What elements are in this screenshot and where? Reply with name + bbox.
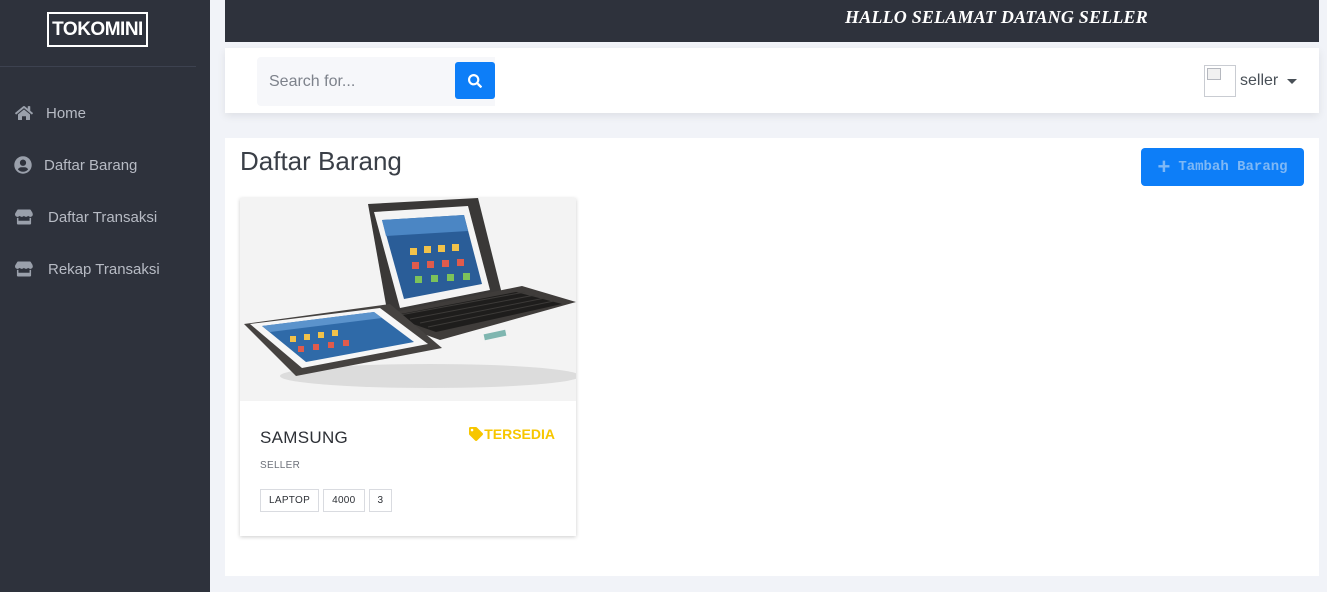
product-name: SAMSUNG: [260, 428, 349, 447]
status-label: TERSEDIA: [484, 426, 555, 442]
store-icon: [15, 260, 33, 278]
sidebar: TOKOMINI Home Daftar Barang Daftar Trans…: [0, 0, 210, 592]
chevron-down-icon: [1287, 78, 1298, 84]
store-icon: [15, 208, 33, 226]
page-title: Daftar Barang: [240, 146, 402, 176]
tag-icon: [469, 427, 484, 441]
avatar: [1204, 65, 1236, 97]
product-seller: SELLER: [260, 460, 301, 471]
product-image: [240, 198, 576, 401]
sidebar-item-daftar-transaksi[interactable]: Daftar Transaksi: [0, 197, 210, 237]
sidebar-item-daftar-barang[interactable]: Daftar Barang: [0, 145, 210, 185]
home-icon: [15, 104, 33, 122]
user-name: seller: [1240, 72, 1279, 89]
price-tag: 4000: [323, 489, 365, 512]
brand-logo[interactable]: TOKOMINI: [47, 12, 148, 47]
status-badge: TERSEDIA: [469, 426, 555, 442]
product-card[interactable]: SAMSUNG TERSEDIA SELLER LAPTOP 4000 3: [240, 198, 576, 536]
top-navbar: seller: [225, 48, 1319, 113]
plus-icon: +: [1157, 154, 1171, 179]
sidebar-divider: [0, 66, 196, 67]
stock-tag: 3: [368, 489, 393, 512]
sidebar-item-home[interactable]: Home: [0, 93, 210, 133]
user-circle-icon: [14, 156, 32, 174]
search-button[interactable]: [455, 62, 495, 99]
content-panel: Daftar Barang + Tambah Barang SAMSUNG TE…: [225, 138, 1319, 576]
sidebar-item-rekap-transaksi[interactable]: Rekap Transaksi: [0, 249, 210, 289]
search-icon: [468, 73, 482, 88]
sidebar-item-label: Rekap Transaksi: [48, 260, 160, 278]
sidebar-item-label: Daftar Barang: [44, 156, 138, 174]
add-item-button[interactable]: + Tambah Barang: [1141, 148, 1304, 186]
welcome-bar: HALLO SELAMAT DATANG SELLER: [225, 0, 1319, 42]
sidebar-item-label: Daftar Transaksi: [48, 208, 158, 226]
product-tags: LAPTOP 4000 3: [260, 489, 393, 512]
user-menu[interactable]: seller: [1204, 65, 1298, 97]
sidebar-item-label: Home: [46, 104, 87, 122]
category-tag: LAPTOP: [260, 489, 320, 512]
add-item-label: Tambah Barang: [1178, 159, 1288, 175]
search-input[interactable]: [257, 57, 455, 106]
welcome-message: HALLO SELAMAT DATANG SELLER: [845, 7, 1148, 27]
